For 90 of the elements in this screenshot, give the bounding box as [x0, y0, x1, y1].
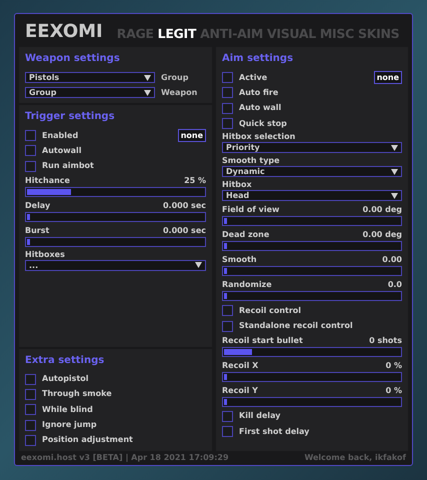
- checkbox-label: Run aimbot: [42, 160, 94, 172]
- hotkey-button[interactable]: none: [178, 129, 206, 142]
- checkbox[interactable]: [222, 426, 233, 438]
- tab[interactable]: LEGIT: [158, 26, 196, 42]
- checkbox[interactable]: [222, 305, 233, 316]
- slider-track[interactable]: [222, 396, 402, 407]
- slider-label: Recoil X: [222, 360, 258, 371]
- checkbox[interactable]: [25, 388, 36, 400]
- caret-icon: [144, 74, 151, 80]
- checkbox-label: Position adjustment: [42, 434, 133, 446]
- hotkey-button[interactable]: none: [374, 71, 402, 84]
- checkbox-label: Active: [239, 72, 268, 84]
- slider-track[interactable]: [222, 216, 402, 226]
- panel-title: Weapon settings: [25, 53, 121, 65]
- dropdown-label: Hitboxes: [25, 248, 66, 260]
- slider-label: Recoil Y: [222, 384, 258, 396]
- dropdown[interactable]: ...: [25, 260, 206, 271]
- slider-label: Recoil start bullet: [222, 334, 303, 346]
- dropdown[interactable]: Dynamic: [222, 166, 402, 178]
- welcome-text: Welcome back, ikfakof: [304, 452, 406, 464]
- caret-icon: [195, 262, 202, 268]
- slider-track[interactable]: [222, 372, 402, 382]
- caret-icon: [144, 90, 151, 96]
- slider-value: 25 %: [184, 174, 206, 186]
- slider-track[interactable]: [222, 291, 402, 302]
- slider-value: 0.0: [388, 279, 402, 290]
- slider-track[interactable]: [25, 236, 206, 247]
- checkbox-label: Auto fire: [239, 86, 278, 99]
- slider-value: 0.000 sec: [162, 224, 206, 236]
- checkbox[interactable]: [222, 87, 233, 98]
- dropdown-label: Hitbox selection: [222, 131, 296, 142]
- panel-title: Extra settings: [25, 354, 106, 367]
- dropdown[interactable]: Group: [25, 87, 155, 98]
- panel-title: Aim settings: [222, 53, 294, 65]
- dropdown-label: Smooth type: [222, 155, 281, 166]
- slider-track[interactable]: [25, 212, 206, 222]
- checkbox[interactable]: [25, 160, 36, 172]
- checkbox[interactable]: [222, 320, 233, 332]
- checkbox[interactable]: [25, 145, 36, 156]
- slider-value: 0 %: [386, 384, 402, 396]
- dropdown[interactable]: Priority: [222, 142, 402, 154]
- slider-value: 0 %: [386, 360, 402, 371]
- checkbox-label: Ignore jump: [42, 419, 97, 432]
- checkbox-label: Quick stop: [239, 118, 287, 130]
- slider-value: 0.00 deg: [362, 229, 402, 240]
- checkbox[interactable]: [25, 130, 36, 142]
- dropdown-label: Group: [161, 72, 188, 84]
- dropdown-label: Hitbox: [222, 179, 253, 190]
- caret-icon: [391, 144, 398, 151]
- checkbox[interactable]: [25, 374, 36, 385]
- checkbox-label: Standalone recoil control: [239, 320, 353, 332]
- slider-label: Burst: [25, 224, 50, 236]
- slider-value: 0.000 sec: [162, 200, 206, 211]
- slider-label: Randomize: [222, 279, 272, 290]
- slider-track[interactable]: [222, 346, 402, 357]
- logo: EEXOMI: [25, 22, 103, 42]
- slider-track[interactable]: [25, 186, 206, 197]
- checkbox-label: Through smoke: [42, 388, 112, 400]
- checkbox-label: Autowall: [42, 144, 82, 157]
- checkbox[interactable]: [222, 410, 233, 422]
- dropdown[interactable]: Head: [222, 190, 402, 202]
- dropdown[interactable]: Pistols: [25, 72, 155, 83]
- slider-label: Delay: [25, 200, 50, 211]
- slider-label: Smooth: [222, 254, 257, 266]
- slider-track[interactable]: [222, 266, 402, 276]
- caret-icon: [391, 192, 398, 199]
- checkbox-label: Auto wall: [239, 102, 282, 114]
- checkbox[interactable]: [222, 72, 233, 84]
- checkbox[interactable]: [222, 118, 233, 130]
- checkbox-label: Enabled: [42, 130, 78, 142]
- dropdown-label: Weapon: [161, 86, 198, 98]
- slider-value: 0 shots: [369, 334, 402, 346]
- checkbox[interactable]: [25, 420, 36, 431]
- checkbox[interactable]: [25, 434, 36, 446]
- slider-value: 0.00: [382, 254, 402, 266]
- checkbox-label: First shot delay: [239, 426, 310, 438]
- slider-label: Hitchance: [25, 174, 70, 186]
- slider-value: 0.00 deg: [362, 204, 402, 216]
- checkbox[interactable]: [222, 102, 233, 114]
- checkbox-label: While blind: [42, 404, 93, 416]
- slider-label: Dead zone: [222, 229, 270, 240]
- checkbox[interactable]: [25, 404, 36, 416]
- caret-icon: [391, 168, 398, 175]
- slider-track[interactable]: [222, 241, 402, 252]
- status-text: eexomi.host v3 [BETA] | Apr 18 2021 17:09:29: [21, 452, 229, 464]
- checkbox-label: Autopistol: [42, 373, 88, 386]
- panel-title: Trigger settings: [25, 111, 116, 123]
- checkbox-label: Kill delay: [239, 410, 280, 422]
- slider-label: Field of view: [222, 204, 280, 216]
- checkbox-label: Recoil control: [239, 304, 302, 317]
